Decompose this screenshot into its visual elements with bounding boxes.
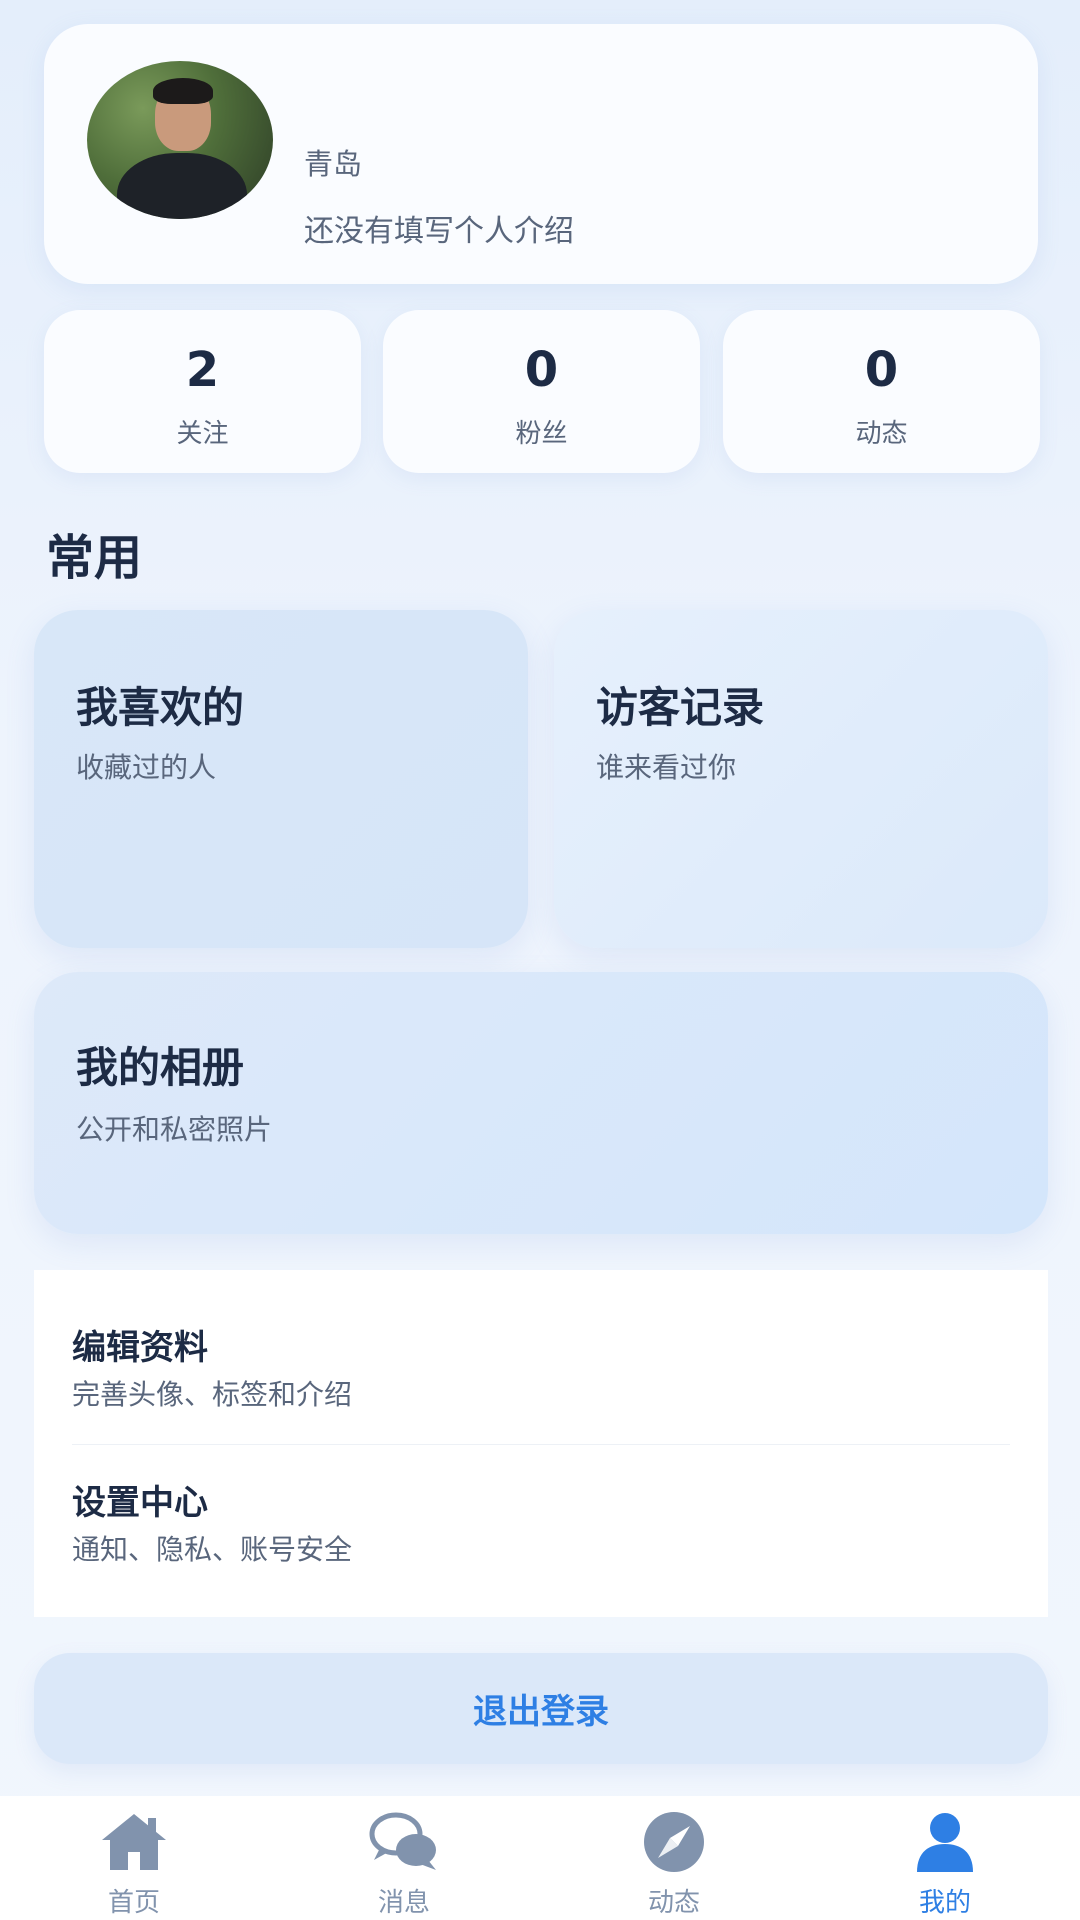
feature-subtitle: 公开和私密照片 <box>76 1113 273 1146</box>
album-card[interactable]: 我的相册 公开和私密照片 <box>34 972 1048 1234</box>
avatar-body <box>117 153 247 219</box>
menu-item-edit-profile[interactable]: 编辑资料 完善头像、标签和介绍 <box>72 1320 1010 1470</box>
stat-following[interactable]: 2 关注 <box>44 310 361 473</box>
logout-button[interactable]: 退出登录 <box>34 1653 1048 1764</box>
tab-me[interactable]: 我的 <box>845 1796 1045 1920</box>
stat-value: 2 <box>185 342 220 398</box>
tab-label: 消息 <box>377 1888 430 1918</box>
menu-item-title: 设置中心 <box>72 1483 208 1523</box>
stat-value: 0 <box>864 342 899 398</box>
tab-label: 动态 <box>647 1888 700 1918</box>
feature-title: 我喜欢的 <box>76 683 245 732</box>
feature-subtitle: 收藏过的人 <box>76 751 217 784</box>
tab-messages[interactable]: 消息 <box>304 1796 504 1920</box>
avatar-hair <box>153 78 213 104</box>
avatar[interactable] <box>87 61 273 219</box>
profile-card[interactable]: 青岛 还没有填写个人介绍 <box>44 24 1038 284</box>
feature-title: 我的相册 <box>76 1043 245 1092</box>
menu-item-title: 编辑资料 <box>72 1328 208 1368</box>
visitors-card[interactable]: 访客记录 谁来看过你 <box>554 610 1048 948</box>
menu-item-subtitle: 完善头像、标签和介绍 <box>72 1378 353 1411</box>
liked-card[interactable]: 我喜欢的 收藏过的人 <box>34 610 528 948</box>
tab-moments[interactable]: 动态 <box>574 1796 774 1920</box>
tab-label: 首页 <box>107 1888 160 1918</box>
tab-bar: 首页 消息 动态 我的 <box>0 1796 1080 1920</box>
menu-item-subtitle: 通知、隐私、账号安全 <box>72 1533 353 1566</box>
stat-followers[interactable]: 0 粉丝 <box>383 310 700 473</box>
tab-home[interactable]: 首页 <box>34 1796 234 1920</box>
section-title: 常用 <box>46 530 143 586</box>
tab-label: 我的 <box>918 1888 971 1918</box>
stat-label: 关注 <box>176 419 229 449</box>
user-icon <box>917 1813 973 1872</box>
menu-list: 编辑资料 完善头像、标签和介绍 设置中心 通知、隐私、账号安全 <box>34 1270 1048 1617</box>
home-icon <box>102 1814 166 1870</box>
divider <box>72 1444 1010 1445</box>
chat-bubbles-icon <box>369 1812 436 1870</box>
profile-location: 青岛 <box>304 147 363 181</box>
compass-icon <box>644 1812 704 1872</box>
feature-subtitle: 谁来看过你 <box>596 751 737 784</box>
stat-value: 0 <box>524 342 559 398</box>
stat-posts[interactable]: 0 动态 <box>723 310 1040 473</box>
stat-label: 粉丝 <box>515 419 568 449</box>
profile-intro: 还没有填写个人介绍 <box>304 214 574 249</box>
menu-item-settings[interactable]: 设置中心 通知、隐私、账号安全 <box>72 1475 1010 1625</box>
stat-label: 动态 <box>855 419 908 449</box>
feature-title: 访客记录 <box>596 683 765 732</box>
